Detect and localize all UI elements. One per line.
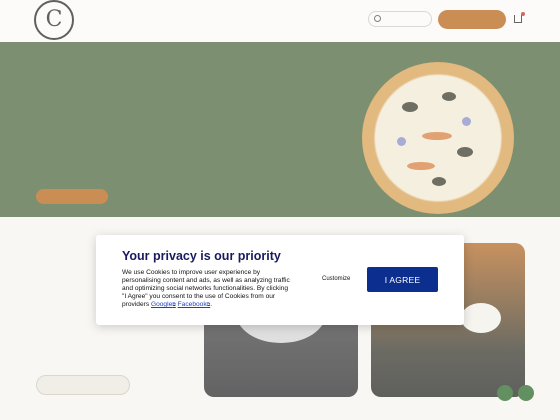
facebook-link[interactable]: Facebook⧉	[178, 301, 211, 308]
modal-overlay	[0, 0, 560, 420]
google-link[interactable]: Google⧉	[151, 301, 176, 308]
agree-button[interactable]: I AGREE	[367, 267, 438, 292]
dialog-title: Your privacy is our priority	[122, 249, 281, 263]
facebook-link-label: Facebook	[177, 301, 207, 308]
customize-button[interactable]: Customize	[322, 276, 350, 282]
dialog-body: We use Cookies to improve user experienc…	[122, 269, 294, 309]
cookie-consent-dialog: Your privacy is our priority We use Cook…	[96, 235, 464, 325]
sentence-period: .	[210, 301, 213, 308]
google-link-label: Google	[150, 301, 173, 308]
